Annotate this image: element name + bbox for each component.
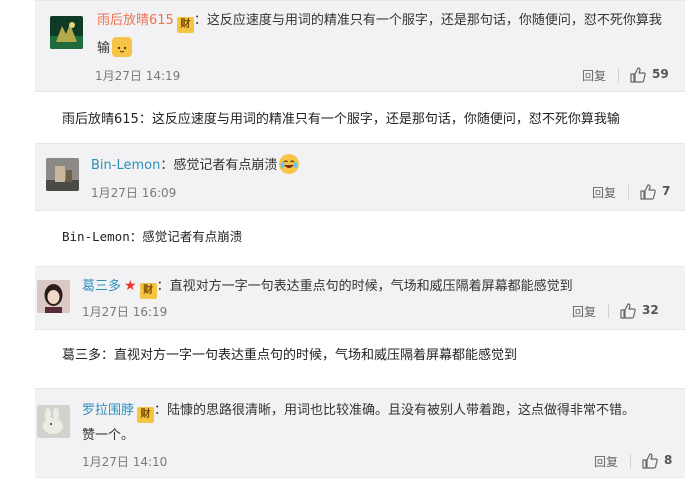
comment-timestamp: 1月27日 14:19 bbox=[95, 69, 181, 83]
divider bbox=[628, 185, 629, 199]
username-link[interactable]: Bin-Lemon bbox=[91, 158, 160, 173]
divider bbox=[618, 68, 619, 82]
like-count: 59 bbox=[652, 67, 669, 81]
avatar[interactable] bbox=[50, 16, 83, 49]
thumbs-up-icon[interactable] bbox=[619, 302, 637, 320]
colon: ： bbox=[193, 13, 207, 28]
comment-text: Bin-Lemon：感觉记者有点崩溃 bbox=[91, 154, 300, 177]
comment-text-continued: 赞一个。 bbox=[82, 428, 135, 443]
reply-button[interactable]: 回复 bbox=[592, 184, 616, 201]
colon: ： bbox=[160, 158, 174, 173]
cat-face-emoji-icon bbox=[112, 37, 133, 57]
comment-body: 感觉记者有点崩溃 bbox=[173, 158, 278, 173]
reply-button[interactable]: 回复 bbox=[572, 303, 596, 320]
divider bbox=[608, 304, 609, 318]
colon: ： bbox=[154, 403, 168, 418]
comment-text: 葛三多 ★ 财：直视对方一字一句表达重点句的时候，气场和威压隔着屏幕都能感觉到 bbox=[82, 275, 573, 299]
wealth-badge-icon: 财 bbox=[139, 283, 157, 299]
avatar[interactable] bbox=[46, 158, 79, 191]
username-link[interactable]: 罗拉围脖 bbox=[82, 403, 134, 418]
comment-body: 陆慷的思路很清晰，用词也比较准确。且没有被别人带着跑，这点做得非常不错。 bbox=[167, 403, 636, 418]
quoted-comment: 葛三多：直视对方一字一句表达重点句的时候，气场和威压隔着屏幕都能感觉到 bbox=[62, 348, 518, 363]
username-link[interactable]: 雨后放晴615 bbox=[97, 13, 174, 28]
like-count: 7 bbox=[662, 184, 671, 198]
comment-body: 直视对方一字一句表达重点句的时候，气场和威压隔着屏幕都能感觉到 bbox=[169, 279, 573, 294]
comment-text: 罗拉围脖财：陆慷的思路很清晰，用词也比较准确。且没有被别人带着跑，这点做得非常不… bbox=[82, 400, 635, 423]
divider bbox=[630, 454, 631, 468]
comment-timestamp: 1月27日 16:09 bbox=[91, 186, 177, 200]
username-link[interactable]: 葛三多 bbox=[82, 279, 121, 294]
comment-text-continued: 输 bbox=[97, 37, 133, 60]
comment-card: 雨后放晴615 财：这反应速度与用词的精准只有一个服字，还是那句话，你随便问，怼不… bbox=[35, 0, 685, 92]
quoted-comment: 雨后放晴615：这反应速度与用词的精准只有一个服字，还是那句话，你随便问，怼不死… bbox=[62, 112, 620, 127]
avatar[interactable] bbox=[37, 280, 70, 313]
comment-card: 罗拉围脖财：陆慷的思路很清晰，用词也比较准确。且没有被别人带着跑，这点做得非常不… bbox=[35, 388, 685, 478]
like-count: 32 bbox=[642, 303, 659, 317]
comment-card: 葛三多 ★ 财：直视对方一字一句表达重点句的时候，气场和威压隔着屏幕都能感觉到 1月… bbox=[35, 266, 685, 330]
thumbs-up-icon[interactable] bbox=[629, 66, 647, 84]
reply-button[interactable]: 回复 bbox=[582, 67, 606, 84]
comment-timestamp: 1月27日 16:19 bbox=[82, 305, 168, 319]
reply-button[interactable]: 回复 bbox=[594, 453, 618, 470]
quoted-comment: Bin-Lemon：感觉记者有点崩溃 bbox=[62, 229, 243, 244]
thumbs-up-icon[interactable] bbox=[641, 452, 659, 470]
comment-card: Bin-Lemon：感觉记者有点崩溃 1月27日 16:09 回复 7 bbox=[35, 143, 685, 211]
comment-text: 雨后放晴615 财：这反应速度与用词的精准只有一个服字，还是那句话，你随便问，怼不… bbox=[97, 10, 662, 33]
wealth-badge-icon: 财 bbox=[137, 407, 155, 423]
red-star-icon: ★ bbox=[124, 278, 137, 294]
thumbs-up-icon[interactable] bbox=[639, 183, 657, 201]
like-count: 8 bbox=[664, 453, 673, 467]
comment-timestamp: 1月27日 14:10 bbox=[82, 455, 168, 469]
colon: ： bbox=[156, 279, 170, 294]
wealth-badge-icon: 财 bbox=[176, 17, 194, 33]
comment-body: 这反应速度与用词的精准只有一个服字，还是那句话，你随便问，怼不死你算我 bbox=[206, 13, 662, 28]
comment-body-tail: 输 bbox=[97, 41, 111, 56]
avatar[interactable] bbox=[37, 405, 70, 438]
crying-laughing-emoji-icon bbox=[279, 154, 300, 174]
